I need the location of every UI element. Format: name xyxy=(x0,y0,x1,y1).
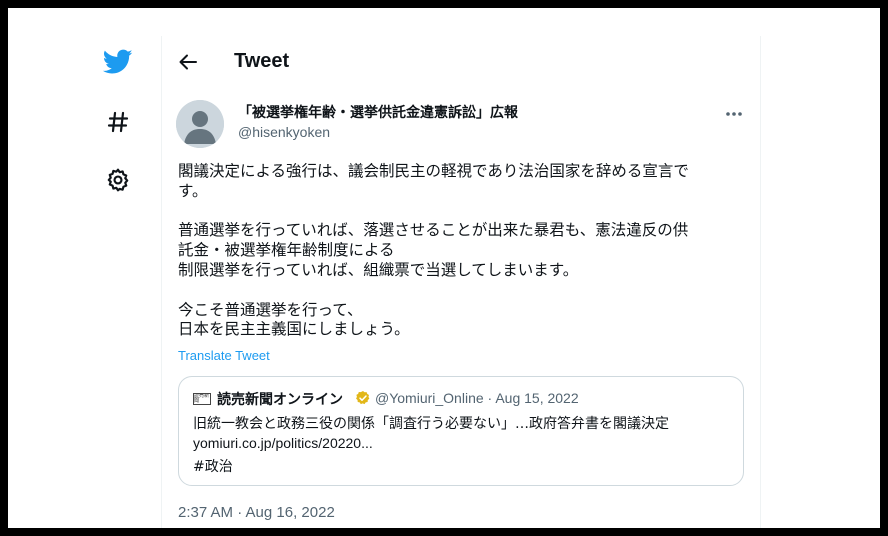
right-divider xyxy=(760,36,761,528)
page-header: Tweet xyxy=(162,42,760,82)
verified-badge-icon xyxy=(356,391,370,405)
page-title: Tweet xyxy=(234,50,290,72)
quoted-account-name: 読売新聞オンライン xyxy=(217,392,343,408)
quoted-tweet-card[interactable]: 読売新聞 読売新聞オンライン @Yomiuri_Online · Aug 15,… xyxy=(178,376,744,486)
default-avatar-icon xyxy=(176,100,224,148)
meta-separator: · xyxy=(487,390,493,406)
quoted-hashtag: #政治 xyxy=(193,459,233,475)
quoted-text-line: 旧統一教会と政務三役の関係「調査行う必要ない」…政府答弁書を閣議決定 xyxy=(193,416,669,432)
author-display-name[interactable]: 「被選挙権年齢・選挙供託金違憲訴訟」広報 xyxy=(238,102,518,122)
back-button[interactable] xyxy=(174,48,202,76)
twitter-bird-icon xyxy=(103,49,133,74)
twitter-logo-link[interactable] xyxy=(94,38,142,86)
back-arrow-icon xyxy=(179,54,197,70)
quoted-link: yomiuri.co.jp/politics/20220... xyxy=(193,435,373,451)
quoted-meta: @Yomiuri_Online · Aug 15, 2022 xyxy=(375,390,579,406)
explore-link[interactable] xyxy=(94,98,142,146)
left-divider xyxy=(161,36,162,528)
more-dots-icon xyxy=(726,112,742,116)
settings-link[interactable] xyxy=(94,156,142,204)
hashtag-icon xyxy=(107,111,129,133)
translate-tweet-link[interactable]: Translate Tweet xyxy=(178,348,270,363)
tweet-timestamp[interactable]: 2:37 AM · Aug 16, 2022 xyxy=(178,504,335,521)
quoted-account-logo: 読売新聞 xyxy=(193,393,211,405)
quoted-handle: @Yomiuri_Online xyxy=(375,390,484,406)
gear-icon xyxy=(107,168,129,192)
app-window: Tweet 「被選挙権年齢・選挙供託金違憲訴訟」広報 @hisenkyoken … xyxy=(8,8,880,528)
author-handle[interactable]: @hisenkyoken xyxy=(238,124,330,140)
quoted-date: Aug 15, 2022 xyxy=(495,390,579,406)
tweet-text: 閣議決定による強行は、議会制民主の軽視であり法治国家を辞める宣言で す。 普通選… xyxy=(178,162,689,339)
avatar[interactable] xyxy=(176,100,224,148)
more-options-button[interactable] xyxy=(720,104,748,124)
